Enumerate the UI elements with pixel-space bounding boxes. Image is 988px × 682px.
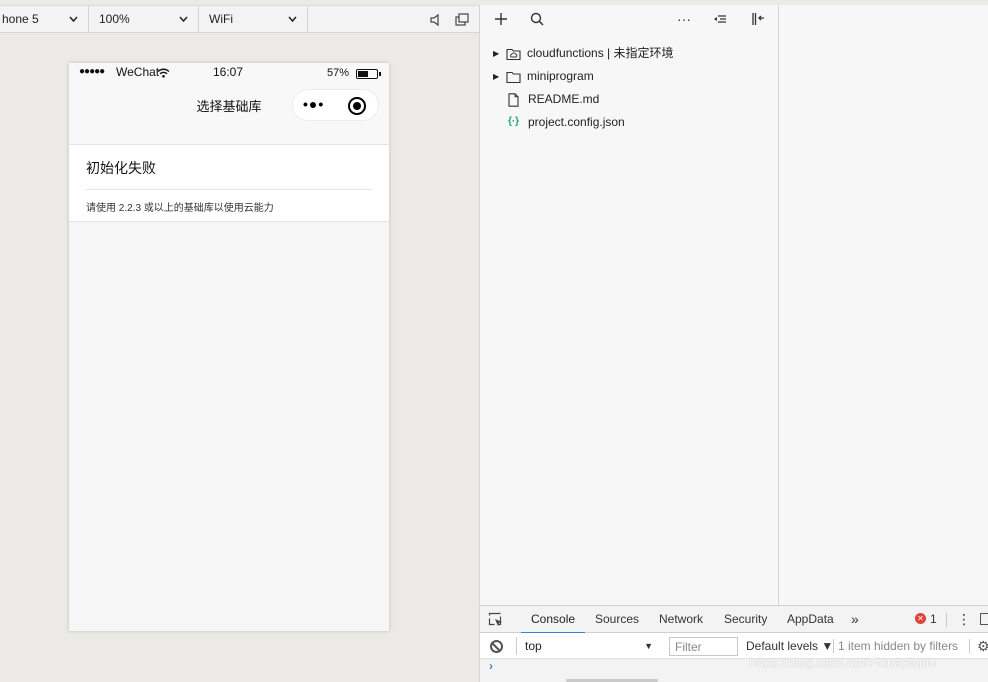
battery-icon: [356, 69, 381, 79]
caret-right-icon[interactable]: ▶: [493, 42, 499, 65]
mute-icon[interactable]: [428, 12, 444, 28]
tree-item-readme[interactable]: README.md: [480, 88, 780, 111]
hide-sidebar-icon[interactable]: [750, 11, 766, 27]
kebab-menu-icon[interactable]: ⋮: [957, 612, 971, 626]
error-icon[interactable]: ✕: [915, 613, 926, 624]
chevron-down-icon: [288, 6, 297, 42]
error-count[interactable]: 1: [930, 606, 937, 633]
battery-fill: [358, 71, 368, 77]
devtools-tabbar: Console Sources Network Security AppData…: [480, 606, 988, 634]
tree-item-label: README.md: [528, 92, 600, 106]
tree-item-label: miniprogram: [527, 69, 594, 83]
context-select[interactable]: top ▼: [516, 637, 657, 655]
tab-sources[interactable]: Sources: [595, 606, 639, 633]
tab-appdata[interactable]: AppData: [787, 606, 834, 633]
caret-right-icon[interactable]: ▶: [493, 65, 499, 88]
network-select-label: WiFi: [209, 12, 233, 26]
wifi-icon: [157, 67, 170, 81]
status-bar: ●●●●● WeChat 16:07 57%: [69, 63, 389, 83]
hidden-items-info: 1 item hidden by filters: [838, 639, 959, 653]
error-title: 初始化失败: [86, 160, 156, 176]
gear-icon[interactable]: ⚙: [977, 639, 988, 653]
divider: [946, 613, 947, 627]
devtools-panel: Console Sources Network Security AppData…: [479, 605, 988, 682]
dock-side-icon[interactable]: [980, 613, 988, 625]
console-prompt[interactable]: ›: [489, 659, 493, 673]
nav-bar: 选择基础库 •●•: [69, 83, 389, 145]
triangle-down-icon: ▼: [644, 641, 653, 651]
tree-item-cloudfunctions[interactable]: ▶ cloudfunctions | 未指定环境: [480, 42, 780, 65]
add-icon[interactable]: [493, 11, 509, 27]
tab-network[interactable]: Network: [659, 606, 703, 633]
tree-item-project-config[interactable]: {·} project.config.json: [480, 111, 780, 134]
network-select[interactable]: WiFi: [199, 6, 308, 33]
cloud-folder-icon: [506, 46, 521, 61]
status-time: 16:07: [213, 65, 244, 79]
phone-screen: ●●●●● WeChat 16:07 57% 选择基础库 •●• 初始化失败 请…: [69, 63, 389, 631]
more-options-icon[interactable]: ···: [676, 11, 692, 27]
signal-icon: ●●●●●: [79, 66, 105, 77]
error-card: 初始化失败 请使用 2.2.3 或以上的基础库以使用云能力: [69, 145, 389, 222]
more-tabs-icon[interactable]: »: [851, 606, 859, 633]
chevron-down-icon: [179, 6, 188, 42]
tab-console[interactable]: Console: [520, 606, 586, 634]
folder-icon: [506, 69, 521, 84]
zoom-select[interactable]: 100%: [89, 6, 199, 33]
tree-item-label: project.config.json: [528, 115, 625, 129]
editor-area: [779, 5, 988, 605]
more-icon[interactable]: •●•: [303, 96, 324, 112]
inspect-element-icon[interactable]: [488, 612, 504, 628]
console-filter-input[interactable]: [669, 637, 738, 656]
tab-security[interactable]: Security: [724, 606, 767, 633]
collapse-all-icon[interactable]: [712, 11, 728, 27]
divider: [833, 639, 834, 653]
tree-item-label: cloudfunctions | 未指定环境: [527, 46, 674, 60]
device-select-label: hone 5: [2, 12, 39, 26]
chevron-down-icon: [69, 6, 78, 42]
tree-item-miniprogram[interactable]: ▶ miniprogram: [480, 65, 780, 88]
file-tree: ▶ cloudfunctions | 未指定环境 ▶ miniprogram R…: [480, 42, 780, 134]
clear-console-icon[interactable]: [490, 640, 503, 653]
file-explorer: ··· ▶ cloudfunctions | 未指定环境 ▶ miniprogr…: [479, 5, 779, 605]
popout-window-icon[interactable]: [454, 12, 470, 28]
watermark: https://blog.csdn.net/Fionapiupiu: [749, 655, 937, 670]
divider: [86, 189, 372, 190]
error-description: 请使用 2.2.3 或以上的基础库以使用云能力: [86, 203, 274, 214]
context-select-label: top: [525, 639, 542, 653]
divider: [969, 639, 970, 653]
json-file-icon: {·}: [507, 116, 520, 127]
file-icon: [506, 92, 521, 107]
carrier-label: WeChat: [116, 65, 160, 79]
simulator-pane: hone 5 100% WiFi ●●●●● WeChat 16:07 57% …: [0, 0, 479, 682]
zoom-select-label: 100%: [99, 12, 130, 26]
search-icon[interactable]: [529, 11, 545, 27]
battery-percent: 57%: [327, 67, 350, 79]
log-levels-select[interactable]: Default levels ▼: [746, 637, 833, 655]
mini-program-capsule: •●•: [292, 89, 379, 121]
device-select[interactable]: hone 5: [0, 6, 89, 33]
close-mini-program-icon[interactable]: [348, 97, 366, 115]
simulator-toolbar: hone 5 100% WiFi: [0, 5, 479, 33]
explorer-toolbar: ···: [480, 5, 780, 33]
